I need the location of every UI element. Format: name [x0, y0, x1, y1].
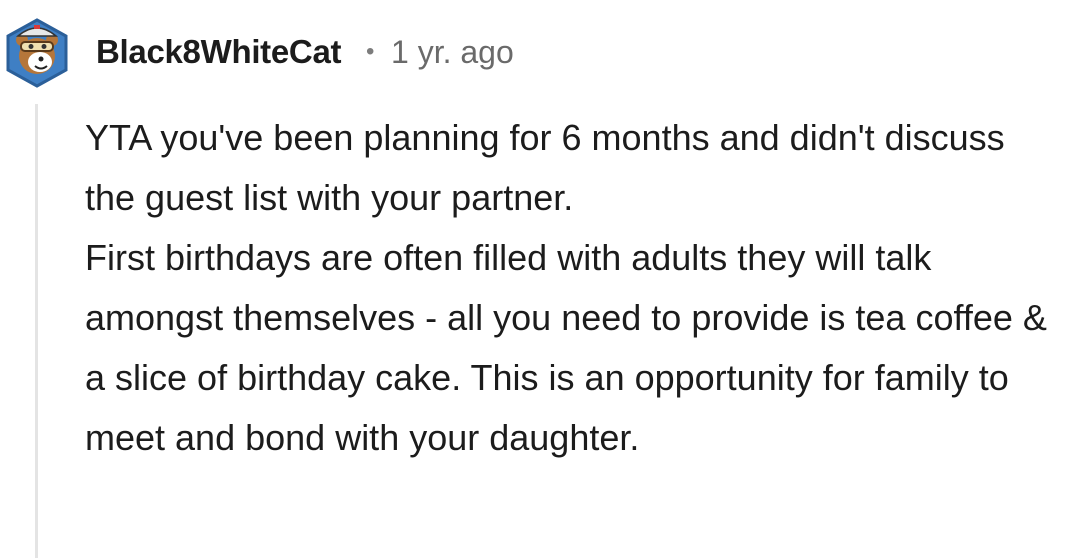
snoo-avatar-icon — [6, 18, 68, 88]
thread-line[interactable] — [35, 104, 38, 558]
meta-separator: • — [366, 38, 375, 65]
comment-timestamp[interactable]: 1 yr. ago — [391, 30, 514, 74]
avatar[interactable] — [4, 16, 70, 88]
comment-paragraph: YTA you've been planning for 6 months an… — [85, 117, 1005, 218]
author-username[interactable]: Black8WhiteCat — [96, 30, 342, 74]
comment-paragraph: First birthdays are often filled with ad… — [85, 237, 1047, 458]
comment: Black8WhiteCat • 1 yr. ago YTA you've be… — [0, 0, 1080, 558]
comment-header: Black8WhiteCat • 1 yr. ago — [0, 0, 1080, 110]
comment-body: YTA you've been planning for 6 months an… — [85, 108, 1060, 468]
